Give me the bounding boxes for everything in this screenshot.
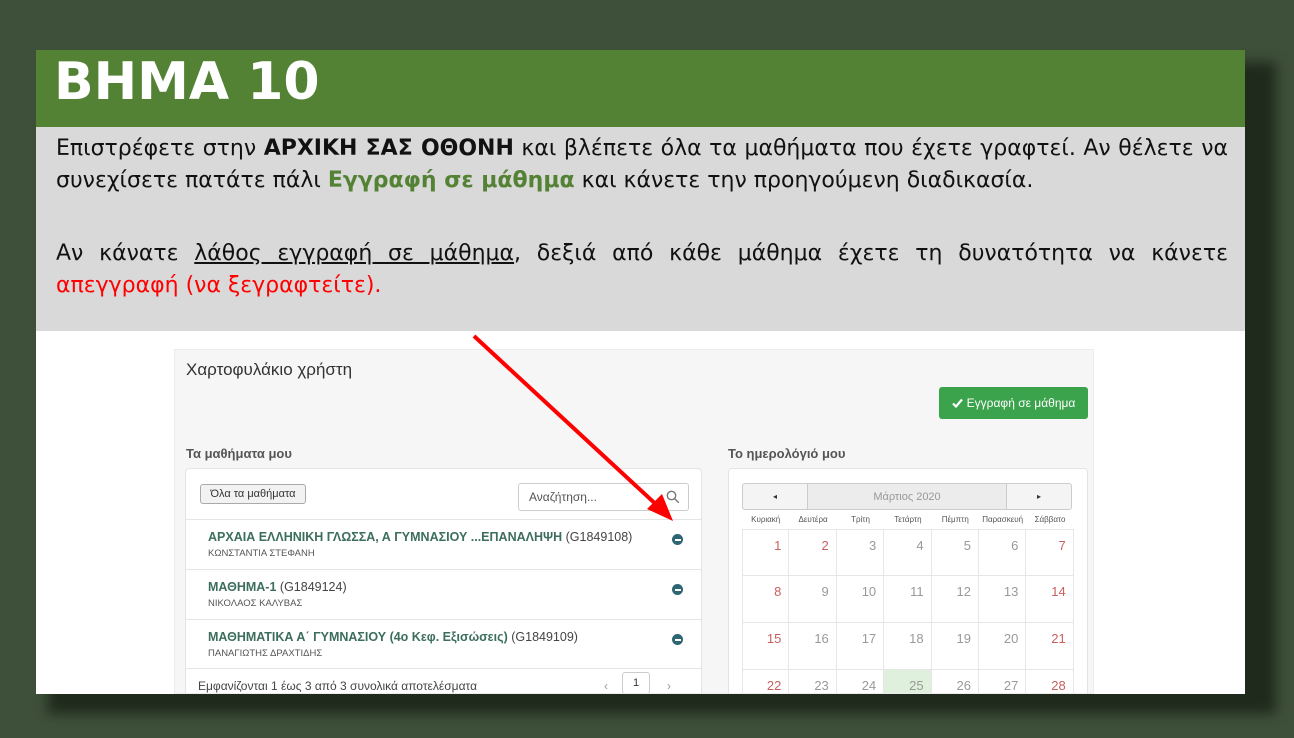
slide: ΒΗΜΑ 10 Επιστρέφετε στην ΑΡΧΙΚΗ ΣΑΣ ΟΘΟΝ…	[36, 50, 1245, 694]
red-arrow-annotation	[472, 334, 673, 521]
